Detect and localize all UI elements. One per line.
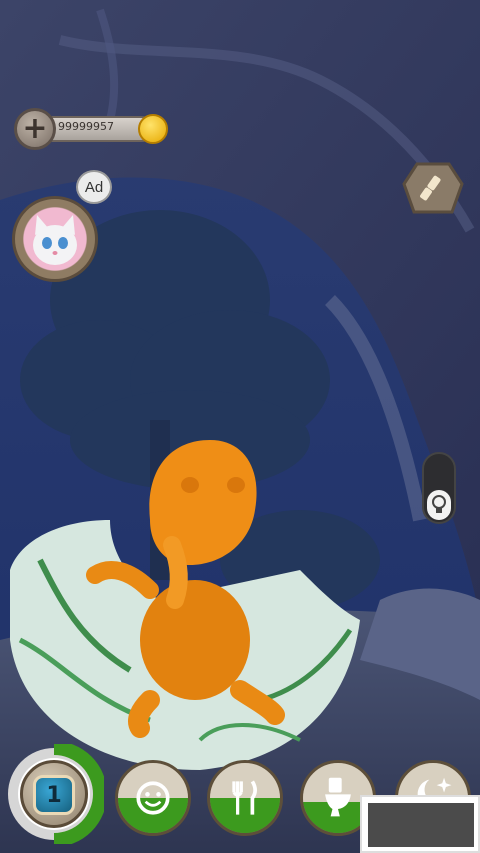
- coin-icon: [138, 114, 168, 144]
- ad-bubble[interactable]: Ad: [76, 170, 112, 204]
- level-badge-frame: 1: [20, 760, 88, 828]
- ad-banner-content: [368, 803, 474, 847]
- ad-banner-overlay[interactable]: [360, 795, 480, 853]
- level-number: 1: [33, 775, 75, 815]
- add-coins-button[interactable]: +: [14, 108, 56, 150]
- coin-bar: 99999957 +: [14, 108, 168, 150]
- light-switch-knob[interactable]: [427, 490, 451, 520]
- cat-face-icon: [33, 215, 77, 265]
- fork-knife-icon: [232, 780, 257, 815]
- light-switch[interactable]: [422, 452, 456, 524]
- talking-angela-avatar-button[interactable]: [12, 196, 98, 282]
- paint-brush-button[interactable]: [402, 160, 464, 218]
- coin-amount: 99999957: [58, 120, 114, 133]
- happiness-button[interactable]: [115, 760, 191, 836]
- food-button[interactable]: [207, 760, 283, 836]
- level-progress-ring[interactable]: 1: [4, 741, 107, 847]
- paint-brush-icon: [402, 162, 464, 214]
- light-bulb-icon: [432, 495, 446, 513]
- smiley-icon: [136, 781, 170, 815]
